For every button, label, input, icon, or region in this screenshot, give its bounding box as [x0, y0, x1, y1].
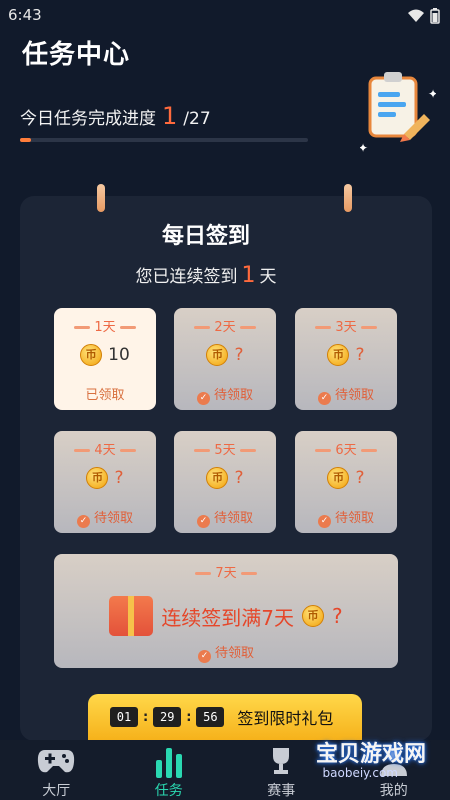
status-icons — [408, 8, 440, 24]
streak-suffix: 天 — [259, 267, 277, 287]
day-reward: ? — [234, 345, 244, 365]
gift-label: 签到限时礼包 — [237, 709, 334, 728]
day-label: 4天 — [54, 439, 156, 458]
day-card-1[interactable]: 1天 币 10 已领取 — [54, 308, 156, 410]
gift-icon — [109, 596, 154, 636]
streak-prefix: 您已连续签到 — [135, 267, 238, 287]
day-reward: ? — [355, 468, 365, 488]
battery-icon — [430, 8, 440, 24]
progress-done: 1 — [162, 102, 178, 130]
check-icon: ✓ — [197, 650, 211, 663]
streak-days: 1 — [241, 263, 256, 288]
user-icon — [380, 748, 407, 776]
bar-chart-icon — [155, 748, 182, 778]
coin-icon: 币 — [206, 467, 229, 489]
svg-text:✦: ✦ — [428, 87, 436, 101]
nav-item-events[interactable]: 赛事 — [225, 740, 338, 800]
status-bar: 6:43 — [0, 0, 450, 32]
card-pin-left — [97, 184, 105, 212]
nav-item-me[interactable]: 我的 — [338, 740, 450, 800]
day7-text: 连续签到满7天 — [161, 605, 295, 630]
day-card-7[interactable]: 7天 连续签到满7天 币 ? ✓ 待领取 — [54, 554, 398, 668]
gamepad-icon — [38, 750, 75, 773]
nav-label: 我的 — [379, 783, 408, 799]
check-icon: ✓ — [76, 515, 90, 528]
day-card-3[interactable]: 3天 币? ✓ 待领取 — [295, 308, 397, 410]
day-reward: ? — [332, 604, 343, 628]
day-reward: 10 — [108, 345, 130, 365]
day-state: 待领取 — [334, 388, 374, 403]
day-card-4[interactable]: 4天 币? ✓ 待领取 — [54, 431, 156, 533]
timer-minutes: 29 — [153, 707, 182, 727]
day-state: 待领取 — [334, 511, 374, 526]
trophy-icon — [273, 748, 290, 774]
day-label: 6天 — [295, 439, 397, 458]
day-label: 7天 — [54, 562, 398, 581]
day-state: 待领取 — [93, 511, 133, 526]
clipboard-icon: ✦ ✦ — [360, 72, 436, 155]
coin-icon: 币 — [86, 467, 109, 489]
task-progress: 今日任务完成进度 1 /27 — [20, 102, 211, 130]
day-state: 待领取 — [213, 388, 253, 403]
day-state: 待领取 — [213, 511, 253, 526]
svg-text:✦: ✦ — [360, 141, 368, 155]
day-reward: ? — [114, 468, 124, 488]
nav-label: 大厅 — [42, 783, 71, 799]
progress-total: /27 — [183, 109, 211, 129]
day-state: 已领取 — [85, 388, 125, 403]
check-icon: ✓ — [196, 392, 210, 405]
progress-bar — [20, 138, 308, 142]
signin-title: 每日签到 — [161, 224, 250, 249]
day-reward: ? — [355, 345, 365, 365]
check-icon: ✓ — [196, 515, 210, 528]
bottom-nav: 大厅 任务 赛事 我的 — [0, 740, 450, 800]
day-card-2[interactable]: 2天 币? ✓ 待领取 — [174, 308, 276, 410]
day-state: 待领取 — [214, 646, 254, 661]
wifi-icon — [408, 9, 424, 22]
timer-sep: : — [186, 709, 192, 725]
progress-fill — [20, 138, 31, 142]
card-pin-right — [344, 184, 352, 212]
check-icon: ✓ — [317, 515, 331, 528]
signin-streak: 您已连续签到 1 天 — [0, 262, 412, 288]
day-card-5[interactable]: 5天 币? ✓ 待领取 — [174, 431, 276, 533]
day-label: 3天 — [295, 316, 397, 335]
check-icon: ✓ — [317, 392, 331, 405]
limited-gift-banner[interactable]: 01 : 29 : 56 签到限时礼包 — [88, 694, 362, 740]
timer-hours: 01 — [110, 707, 138, 727]
timer-sep: : — [143, 709, 149, 725]
coin-icon: 币 — [206, 344, 229, 366]
coin-icon: 币 — [327, 467, 350, 489]
coin-icon: 币 — [327, 344, 350, 366]
coin-icon: 币 — [302, 605, 325, 627]
day-reward: ? — [234, 468, 244, 488]
progress-label: 今日任务完成进度 — [20, 109, 156, 129]
day-label: 1天 — [54, 316, 156, 335]
nav-label: 任务 — [154, 783, 183, 799]
day-card-6[interactable]: 6天 币? ✓ 待领取 — [295, 431, 397, 533]
day-label: 5天 — [174, 439, 276, 458]
day-label: 2天 — [174, 316, 276, 335]
timer-seconds: 56 — [196, 707, 225, 727]
nav-item-lobby[interactable]: 大厅 — [0, 740, 113, 800]
page-title: 任务中心 — [22, 40, 131, 70]
status-time: 6:43 — [8, 6, 42, 24]
nav-item-tasks[interactable]: 任务 — [113, 740, 226, 800]
nav-label: 赛事 — [267, 783, 296, 799]
coin-icon: 币 — [80, 344, 103, 366]
